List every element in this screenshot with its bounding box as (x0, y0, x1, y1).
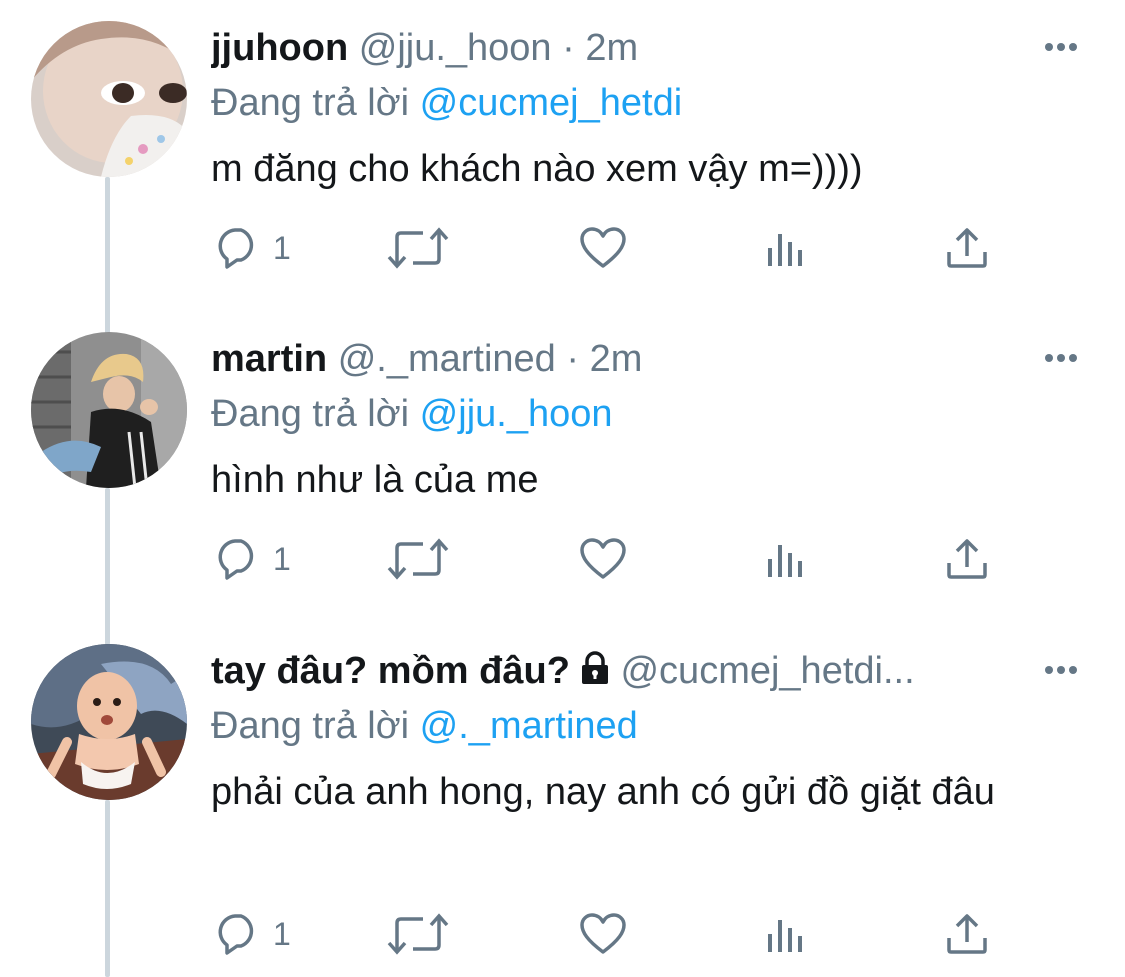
replying-to: Đang trả lời @._martined (211, 703, 638, 749)
avatar[interactable] (31, 644, 187, 800)
more-icon[interactable] (1043, 40, 1079, 52)
reply-button[interactable]: 1 (215, 213, 291, 283)
analytics-icon (766, 914, 806, 954)
analytics-icon (766, 228, 806, 268)
tweet-text: hình như là của me (211, 459, 539, 501)
reply-icon (215, 225, 261, 271)
tweet-header: tay đâu? mồm đâu? @cucmej_hetdi... (211, 648, 1005, 696)
display-name[interactable]: tay đâu? mồm đâu? (211, 650, 570, 692)
avatar[interactable] (31, 332, 187, 488)
display-name[interactable]: martin (211, 338, 327, 380)
reply-icon (215, 536, 261, 582)
replying-to: Đang trả lời @cucmej_hetdi (211, 80, 682, 126)
like-button[interactable] (579, 524, 627, 594)
tweet[interactable]: jjuhoon @jju._hoon · 2m Đang trả lời @cu… (0, 0, 1125, 310)
tweet-header: martin @._martined · 2m (211, 336, 1005, 382)
retweet-icon (387, 911, 449, 957)
separator-dot: · (566, 338, 580, 380)
mention-link[interactable]: @cucmej_hetdi (420, 82, 682, 124)
reply-count: 1 (273, 540, 291, 577)
tweet[interactable]: tay đâu? mồm đâu? @cucmej_hetdi... Đang … (0, 623, 1125, 977)
replying-to: Đang trả lời @jju._hoon (211, 391, 613, 437)
display-name[interactable]: jjuhoon (211, 27, 348, 69)
avatar[interactable] (31, 21, 187, 177)
analytics-button[interactable] (766, 524, 806, 594)
reply-icon (215, 911, 261, 957)
share-icon (945, 537, 989, 581)
timestamp[interactable]: 2m (585, 27, 638, 69)
like-button[interactable] (579, 213, 627, 283)
user-handle[interactable]: @jju._hoon (359, 27, 552, 69)
like-button[interactable] (579, 899, 627, 969)
replying-label: Đang trả lời (211, 393, 410, 435)
like-icon (579, 226, 627, 270)
user-handle[interactable]: @._martined (338, 338, 556, 380)
mention-link[interactable]: @._martined (420, 705, 638, 747)
analytics-button[interactable] (766, 899, 806, 969)
tweet-text: m đăng cho khách nào xem vậy m=)))) (211, 148, 863, 190)
share-icon (945, 226, 989, 270)
share-button[interactable] (945, 899, 989, 969)
replying-label: Đang trả lời (211, 705, 410, 747)
share-button[interactable] (945, 524, 989, 594)
action-bar: 1 (211, 899, 1011, 969)
lock-icon (580, 650, 610, 696)
retweet-button[interactable] (387, 213, 449, 283)
share-button[interactable] (945, 213, 989, 283)
replying-label: Đang trả lời (211, 82, 410, 124)
reply-button[interactable]: 1 (215, 899, 291, 969)
more-icon[interactable] (1043, 351, 1079, 363)
retweet-icon (387, 536, 449, 582)
more-icon[interactable] (1043, 663, 1079, 675)
timestamp[interactable]: 2m (590, 338, 643, 380)
action-bar: 1 (211, 524, 1011, 594)
retweet-icon (387, 225, 449, 271)
like-icon (579, 537, 627, 581)
action-bar: 1 (211, 213, 1011, 283)
retweet-button[interactable] (387, 524, 449, 594)
mention-link[interactable]: @jju._hoon (420, 393, 613, 435)
reply-count: 1 (273, 915, 291, 952)
user-handle[interactable]: @cucmej_hetdi... (620, 650, 914, 692)
like-icon (579, 912, 627, 956)
retweet-button[interactable] (387, 899, 449, 969)
reply-button[interactable]: 1 (215, 524, 291, 594)
tweet[interactable]: martin @._martined · 2m Đang trả lời @jj… (0, 311, 1125, 622)
analytics-button[interactable] (766, 213, 806, 283)
reply-count: 1 (273, 229, 291, 266)
share-icon (945, 912, 989, 956)
tweet-text: phải của anh hong, nay anh có gửi đồ giặ… (211, 771, 995, 813)
separator-dot: · (562, 27, 575, 69)
tweet-header: jjuhoon @jju._hoon · 2m (211, 25, 1005, 71)
analytics-icon (766, 539, 806, 579)
